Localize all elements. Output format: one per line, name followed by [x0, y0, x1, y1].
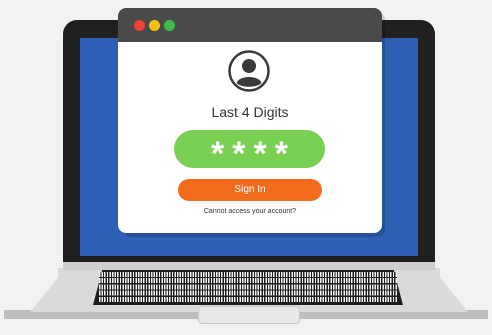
window-titlebar [118, 8, 382, 42]
pin-input[interactable]: **** [174, 130, 325, 173]
cannot-access-link[interactable]: Cannot access your account? [118, 208, 382, 215]
maximize-icon[interactable] [164, 20, 175, 31]
pin-prompt-label: Last 4 Digits [211, 104, 289, 120]
laptop-hinge [63, 262, 435, 270]
user-avatar-icon [228, 50, 270, 92]
sign-in-button[interactable]: Sign In [178, 179, 322, 201]
close-icon[interactable] [134, 20, 145, 31]
minimize-icon[interactable] [149, 20, 160, 31]
laptop-trackpad [198, 306, 300, 324]
login-window: Last 4 Digits **** Sign In Cannot access… [118, 8, 382, 233]
keyboard-keys [99, 272, 397, 303]
